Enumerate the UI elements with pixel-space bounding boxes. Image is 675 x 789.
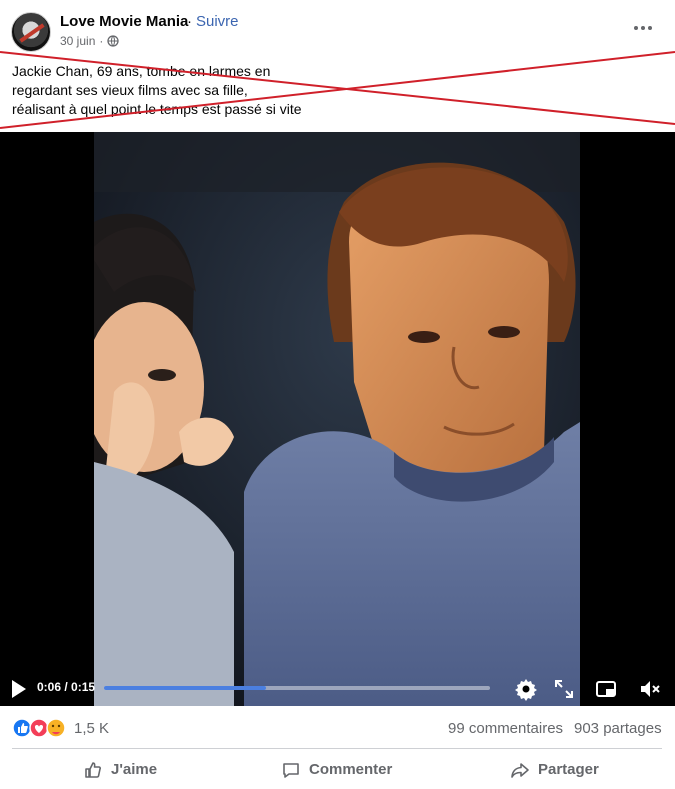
post-meta: 30 juin ·: [60, 34, 120, 48]
like-label: J'aime: [111, 761, 158, 778]
post-header: Love Movie Mania · Suivre 30 juin ·: [0, 0, 675, 60]
play-icon[interactable]: [10, 678, 28, 700]
progress-bar[interactable]: [104, 686, 490, 690]
reaction-count[interactable]: 1,5 K: [74, 720, 109, 737]
comment-button[interactable]: Commenter: [281, 750, 392, 789]
video-frame[interactable]: [94, 132, 580, 706]
post-caption: Jackie Chan, 69 ans, tombe en larmes en …: [12, 62, 612, 119]
love-reaction-icon: [29, 718, 49, 738]
care-reaction-icon: [46, 718, 66, 738]
settings-icon[interactable]: [514, 677, 538, 701]
shares-count[interactable]: 903 partages: [574, 720, 662, 737]
page-name[interactable]: Love Movie Mania: [60, 13, 188, 30]
video-player[interactable]: 0:06 / 0:15: [0, 132, 675, 706]
like-reaction-icon: [12, 718, 32, 738]
caption-line: réalisant à quel point le temps est pass…: [12, 101, 302, 117]
pip-icon[interactable]: [594, 677, 618, 701]
like-button[interactable]: J'aime: [83, 750, 157, 789]
post-date[interactable]: 30 juin: [60, 34, 95, 48]
share-label: Partager: [538, 761, 599, 778]
share-button[interactable]: Partager: [510, 750, 599, 789]
video-still-image: [94, 132, 580, 706]
follow-link[interactable]: Suivre: [196, 13, 239, 30]
current-time: 0:06: [37, 680, 62, 694]
comment-icon: [283, 762, 299, 778]
caption-line: Jackie Chan, 69 ans, tombe en larmes en: [12, 63, 271, 79]
mute-icon[interactable]: [638, 677, 662, 701]
meta-dot: ·: [99, 34, 104, 48]
separator: ·: [187, 13, 192, 30]
video-time: 0:06 / 0:15: [37, 680, 95, 694]
time-separator: /: [61, 680, 72, 694]
globe-icon: [107, 35, 120, 47]
caption-line: regardant ses vieux films avec sa fille,: [12, 82, 248, 98]
fullscreen-icon[interactable]: [552, 677, 576, 701]
like-icon: [85, 761, 101, 778]
divider: [12, 748, 662, 749]
comment-label: Commenter: [309, 761, 393, 778]
progress-fill: [104, 686, 267, 690]
share-icon: [511, 762, 529, 778]
comments-count[interactable]: 99 commentaires: [448, 720, 563, 737]
page-avatar[interactable]: [11, 12, 51, 52]
duration: 0:15: [71, 680, 96, 694]
video-controls: 0:06 / 0:15: [0, 672, 675, 706]
post-actions: J'aime Commenter Partager: [0, 750, 675, 789]
more-icon[interactable]: [628, 18, 658, 38]
reactions-bar: 1,5 K 99 commentaires 903 partages: [0, 706, 675, 750]
reaction-icons[interactable]: [12, 718, 70, 738]
